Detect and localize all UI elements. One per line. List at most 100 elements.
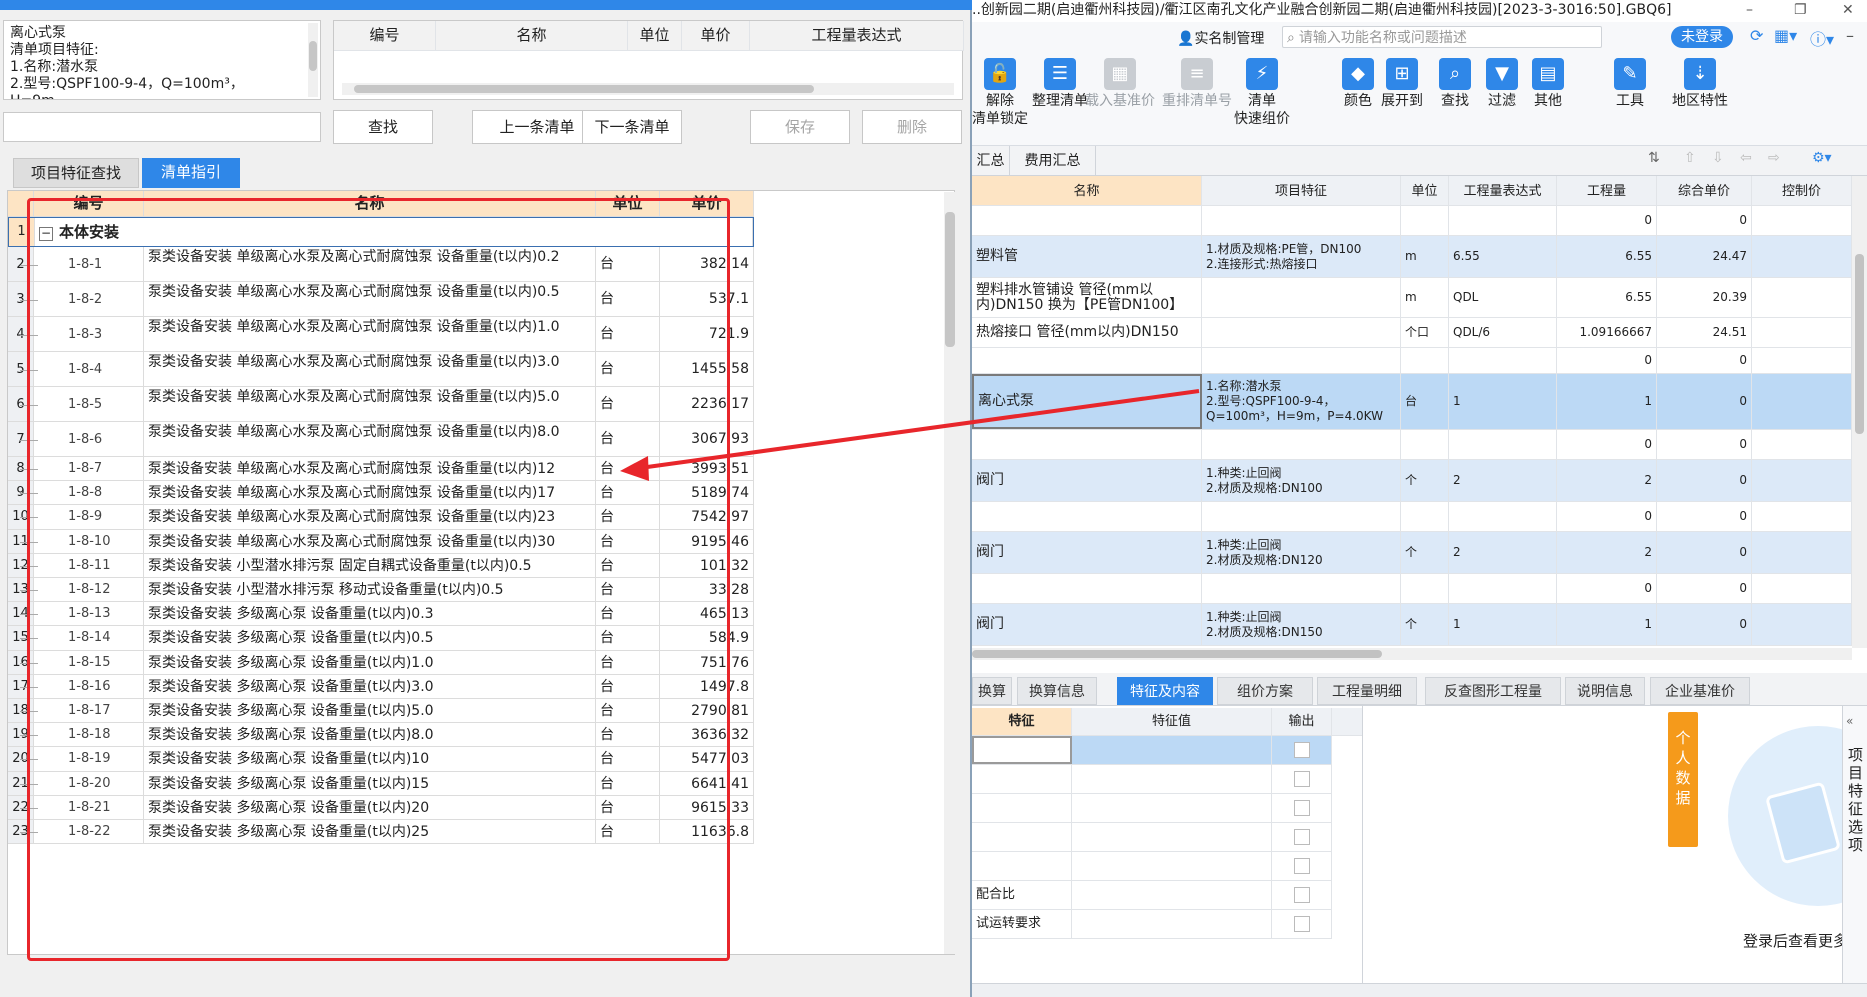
output-checkbox[interactable] <box>1293 916 1310 932</box>
table-row[interactable]: 阀门 1.种类:止回阀 2.材质及规格:DN100 个 2 2 0 <box>972 460 1852 502</box>
guide-row[interactable]: 7 1-8-6 泵类设备安装 单级离心水泵及离心式耐腐蚀泵 设备重量(t以内)8.0… <box>8 422 754 457</box>
table-row[interactable]: 00 <box>972 430 1852 460</box>
personal-data-tab[interactable]: 个 人 数 据 <box>1668 712 1698 847</box>
guide-row[interactable]: 19 1-8-18 泵类设备安装 多级离心泵 设备重量(t以内)8.0 台 3636.3… <box>8 723 754 748</box>
output-checkbox[interactable] <box>1293 858 1310 874</box>
detail-tab-3[interactable]: 组价方案 <box>1217 677 1313 705</box>
guide-row[interactable]: 23 1-8-22 泵类设备安装 多级离心泵 设备重量(t以内)25 台 11636.8 <box>8 820 754 845</box>
refresh-icon[interactable]: ⟳ <box>1750 26 1763 45</box>
guide-row[interactable]: 20 1-8-19 泵类设备安装 多级离心泵 设备重量(t以内)10 台 5477.03 <box>8 747 754 772</box>
guide-row[interactable]: 8 1-8-7 泵类设备安装 单级离心水泵及离心式耐腐蚀泵 设备重量(t以内)12 台… <box>8 457 754 482</box>
grid-hscroll[interactable] <box>972 648 1852 660</box>
table-row[interactable]: 塑料管 1.材质及规格:PE管，DN100 2.连接形式:热熔接口 m 6.55 6.5… <box>972 236 1852 278</box>
find-input[interactable] <box>3 112 321 142</box>
table-row[interactable]: 00 <box>972 348 1852 374</box>
collapse-icon[interactable]: − <box>39 227 53 241</box>
tab-cost-summary[interactable]: 费用汇总 <box>1010 146 1096 176</box>
table-row[interactable]: 离心式泵 1.名称:潜水泵 2.型号:QSPF100-9-4， Q=100m³，H… <box>972 374 1852 430</box>
table-row[interactable]: 阀门 1.种类:止回阀 2.材质及规格:DN150 个 1 1 0 <box>972 604 1852 646</box>
delete-button[interactable]: 删除 <box>862 110 962 144</box>
toolbar-button-10[interactable]: ✎ 工具 <box>1592 58 1668 110</box>
guide-row[interactable]: 21 1-8-20 泵类设备安装 多级离心泵 设备重量(t以内)15 台 6641.41 <box>8 771 754 796</box>
collapse-icon[interactable]: « <box>1846 714 1853 728</box>
move-up-icon[interactable]: ⇧ <box>1684 150 1696 166</box>
help-icon[interactable]: ⓘ▾ <box>1810 26 1834 50</box>
detail-tab-0[interactable]: 换算 <box>972 677 1012 705</box>
tab-bill-guide[interactable]: 清单指引 <box>142 158 240 188</box>
output-checkbox[interactable] <box>1293 829 1310 845</box>
feature-row[interactable] <box>972 794 1332 823</box>
detail-tab-4[interactable]: 工程量明细 <box>1317 677 1417 705</box>
guide-row[interactable]: 3 1-8-2 泵类设备安装 单级离心水泵及离心式耐腐蚀泵 设备重量(t以内)0.5… <box>8 282 754 317</box>
toolbar-button-2[interactable]: ▦ 载入基准价 <box>1082 58 1158 110</box>
detail-tab-7[interactable]: 企业基准价 <box>1650 677 1750 705</box>
feature-value[interactable] <box>1072 852 1272 880</box>
grid-vscroll[interactable] <box>1852 176 1867 648</box>
toolbar-button-9[interactable]: ▤ 其他 <box>1510 58 1586 110</box>
output-checkbox[interactable] <box>1293 742 1310 758</box>
feature-row[interactable]: 试运转要求 <box>972 910 1332 939</box>
find-button[interactable]: 查找 <box>333 110 433 144</box>
feature-row[interactable] <box>972 823 1332 852</box>
more-icon[interactable]: – <box>1846 26 1854 45</box>
toolbar-button-11[interactable]: ⇣ 地区特性 <box>1662 58 1738 110</box>
feature-row[interactable] <box>972 736 1332 765</box>
description-scroll[interactable] <box>308 23 318 97</box>
group-row[interactable]: 1− 本体安装 <box>8 217 754 247</box>
save-button[interactable]: 保存 <box>750 110 850 144</box>
guide-row[interactable]: 2 1-8-1 泵类设备安装 单级离心水泵及离心式耐腐蚀泵 设备重量(t以内)0.2… <box>8 247 754 282</box>
feature-row[interactable] <box>972 852 1332 881</box>
feature-value[interactable] <box>1072 736 1272 764</box>
detail-tab-1[interactable]: 换算信息 <box>1017 677 1097 705</box>
guide-row[interactable]: 11 1-8-10 泵类设备安装 单级离心水泵及离心式耐腐蚀泵 设备重量(t以内)3… <box>8 529 754 554</box>
guide-row[interactable]: 4 1-8-3 泵类设备安装 单级离心水泵及离心式耐腐蚀泵 设备重量(t以内)1.0… <box>8 317 754 352</box>
guide-row[interactable]: 16 1-8-15 泵类设备安装 多级离心泵 设备重量(t以内)1.0 台 751.76 <box>8 650 754 675</box>
guide-row[interactable]: 12 1-8-11 泵类设备安装 小型潜水排污泵 固定自耦式设备重量(t以内)0.5… <box>8 553 754 578</box>
feature-value[interactable] <box>1072 881 1272 909</box>
quota-hscroll[interactable] <box>342 83 954 95</box>
feature-row[interactable]: 配合比 <box>972 881 1332 910</box>
close-button[interactable]: ✕ <box>1842 0 1854 20</box>
guide-row[interactable]: 14 1-8-13 泵类设备安装 多级离心泵 设备重量(t以内)0.3 台 465.13 <box>8 602 754 627</box>
feature-value[interactable] <box>1072 823 1272 851</box>
guide-row[interactable]: 13 1-8-12 泵类设备安装 小型潜水排污泵 移动式设备重量(t以内)0.5 台 3… <box>8 578 754 603</box>
minimize-button[interactable]: – <box>1746 0 1753 20</box>
guide-row[interactable]: 17 1-8-16 泵类设备安装 多级离心泵 设备重量(t以内)3.0 台 1497.8 <box>8 674 754 699</box>
table-row[interactable]: 00 <box>972 206 1852 236</box>
guide-row[interactable]: 9 1-8-8 泵类设备安装 单级离心水泵及离心式耐腐蚀泵 设备重量(t以内)17 台… <box>8 481 754 506</box>
guide-row[interactable]: 15 1-8-14 泵类设备安装 多级离心泵 设备重量(t以内)0.5 台 584.9 <box>8 626 754 651</box>
detail-tab-6[interactable]: 说明信息 <box>1565 677 1645 705</box>
search-input[interactable]: ⌕ 请输入功能名称或问题描述 <box>1282 26 1602 48</box>
move-right-icon[interactable]: ⇨ <box>1768 150 1780 166</box>
restore-button[interactable]: ❐ <box>1794 0 1807 20</box>
move-down-icon[interactable]: ⇩ <box>1712 150 1724 166</box>
realname-link[interactable]: 👤实名制管理 <box>1177 28 1264 48</box>
detail-tab-2[interactable]: 特征及内容 <box>1117 677 1213 705</box>
tab-feature-search[interactable]: 项目特征查找 <box>13 158 139 188</box>
guide-vscroll[interactable] <box>944 192 956 954</box>
table-row[interactable]: 阀门 1.种类:止回阀 2.材质及规格:DN120 个 2 2 0 <box>972 532 1852 574</box>
tab-summary[interactable]: 汇总 <box>972 146 1010 176</box>
detail-tab-5[interactable]: 反查图形工程量 <box>1425 677 1561 705</box>
guide-row[interactable]: 10 1-8-9 泵类设备安装 单级离心水泵及离心式耐腐蚀泵 设备重量(t以内)23… <box>8 505 754 530</box>
table-row[interactable]: 00 <box>972 502 1852 532</box>
output-checkbox[interactable] <box>1293 887 1310 903</box>
login-button[interactable]: 未登录 <box>1671 26 1733 48</box>
guide-row[interactable]: 18 1-8-17 泵类设备安装 多级离心泵 设备重量(t以内)5.0 台 2790.8… <box>8 699 754 724</box>
feature-options-tab[interactable]: 项 目 特 征 选 项 <box>1848 746 1863 854</box>
toolbar-button-4[interactable]: ⚡ 清单 快速组价 <box>1224 58 1300 128</box>
feature-row[interactable] <box>972 765 1332 794</box>
table-row[interactable]: 00 <box>972 574 1852 604</box>
bill-description[interactable]: 离心式泵 清单项目特征: 1.名称:潜水泵 2.型号:QSPF100-9-4，Q… <box>3 20 321 100</box>
sort-icon[interactable]: ⇅ <box>1648 150 1660 166</box>
next-bill-button[interactable]: 下一条清单 <box>582 110 682 144</box>
table-row[interactable]: 热熔接口 管径(mm以内)DN150 个口 QDL/6 1.09166667 24.51 <box>972 318 1852 348</box>
feature-value[interactable] <box>1072 794 1272 822</box>
guide-row[interactable]: 5 1-8-4 泵类设备安装 单级离心水泵及离心式耐腐蚀泵 设备重量(t以内)3.0… <box>8 352 754 387</box>
feature-value[interactable] <box>1072 765 1272 793</box>
table-row[interactable]: 塑料排水管铺设 管径(mm以内)DN150 换为【PE管DN100】 m QDL 6.… <box>972 278 1852 318</box>
move-left-icon[interactable]: ⇦ <box>1740 150 1752 166</box>
feature-value[interactable] <box>1072 910 1272 938</box>
settings-icon[interactable]: ⚙▾ <box>1812 150 1832 166</box>
guide-row[interactable]: 22 1-8-21 泵类设备安装 多级离心泵 设备重量(t以内)20 台 9615.33 <box>8 795 754 820</box>
